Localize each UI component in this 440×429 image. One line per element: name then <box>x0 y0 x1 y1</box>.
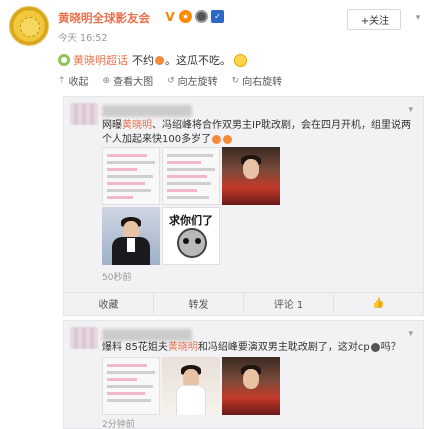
chevron-down-icon[interactable]: ▾ <box>408 105 413 115</box>
emoji-icon <box>370 342 380 352</box>
topic-icon <box>58 54 70 66</box>
image-thumbnail[interactable] <box>162 357 220 415</box>
screenshot-card: ▾ 网曝黄晓明、冯绍峰将合作双男主IP耽改剧，会在四月开机，组里说两个人加起来快… <box>63 96 424 316</box>
follow-button[interactable]: +关注 <box>347 9 401 30</box>
image-thumbnail[interactable] <box>222 357 280 415</box>
badges: V ★ ✓ <box>164 9 224 24</box>
collapse-button[interactable]: ⇡ 收起 <box>58 73 89 89</box>
emoji-icon <box>223 134 233 144</box>
rotate-right-button[interactable]: ↻ 向右旋转 <box>231 73 283 89</box>
verified-icon: V <box>164 9 176 24</box>
emoji-icon <box>155 55 164 65</box>
chevron-down-icon[interactable]: ▾ <box>408 329 413 339</box>
card-text-prefix: 爆料 85花姐夫 <box>102 342 168 353</box>
chevron-down-icon[interactable]: ▾ <box>412 13 424 25</box>
image-thumbnail[interactable] <box>102 357 160 415</box>
avatar[interactable] <box>9 6 49 46</box>
card-text-suffix: 吗？ <box>380 342 401 353</box>
card-text-body: 和冯绍峰要演双男主耽改剧了，这对cp <box>197 342 370 353</box>
image-thumbnail[interactable] <box>102 207 160 265</box>
post-time: 今天 16:52 <box>58 33 108 44</box>
post-header: 黄晓明全球影友会 V ★ ✓ 今天 16:52 +关注 ▾ <box>0 0 440 50</box>
blurred-username <box>102 105 192 117</box>
image-toolbar: ⇡ 收起 ⊕ 查看大图 ↺ 向左旋转 ↻ 向右旋转 <box>58 73 283 89</box>
repost-button[interactable]: 转发 <box>154 293 244 314</box>
rotate-left-button[interactable]: ↺ 向左旋转 <box>167 73 218 89</box>
card-time: 2分钟前 <box>102 420 135 429</box>
like-button[interactable]: 👍 <box>334 293 423 314</box>
card-text: 网曝黄晓明、冯绍峰将合作双男主IP耽改剧，会在四月开机，组里说两个人加起来快10… <box>102 119 418 147</box>
screenshot-card: ▾ 爆料 85花姐夫黄晓明和冯绍峰要演双男主耽改剧了，这对cp 吗？ 2分钟前 <box>63 320 424 429</box>
card-text-prefix: 网曝 <box>102 120 122 131</box>
blurred-avatar <box>70 327 98 349</box>
avatar-logo-icon <box>20 17 40 37</box>
smile-emoji-icon <box>234 53 247 67</box>
image-row: 求你们了 <box>102 207 220 265</box>
post-text-main: 不约 <box>132 54 154 67</box>
blurred-avatar <box>70 103 98 125</box>
view-large-label: 查看大图 <box>113 77 154 88</box>
rotate-left-label: 向左旋转 <box>177 77 218 88</box>
card-action-bar: 收藏 转发 评论 1 👍 <box>64 292 423 314</box>
follow-label: +关注 <box>360 16 390 27</box>
view-large-button[interactable]: ⊕ 查看大图 <box>102 73 154 89</box>
image-thumbnail[interactable] <box>222 147 280 205</box>
mention-link[interactable]: 黄晓明 <box>168 342 198 353</box>
blurred-username <box>102 329 192 341</box>
vip-icon: ★ <box>179 10 192 23</box>
comment-button[interactable]: 评论 1 <box>244 293 334 314</box>
collapse-label: 收起 <box>68 77 89 88</box>
author-name[interactable]: 黄晓明全球影友会 <box>58 10 150 26</box>
topic-link[interactable]: 黄晓明超话 <box>73 52 128 68</box>
ring-badge-icon <box>195 10 208 23</box>
image-thumbnail[interactable] <box>162 147 220 205</box>
meme-thumbnail[interactable]: 求你们了 <box>162 207 220 265</box>
square-badge-icon: ✓ <box>211 10 224 23</box>
rotate-right-label: 向右旋转 <box>242 77 283 88</box>
card-time: 50秒前 <box>102 273 132 283</box>
thumbs-up-icon: 👍 <box>372 298 385 309</box>
favorite-button[interactable]: 收藏 <box>64 293 154 314</box>
meme-text: 求你们了 <box>169 214 213 227</box>
collapse-icon: ⇡ <box>58 75 66 86</box>
image-row <box>102 147 280 205</box>
zoom-icon: ⊕ <box>102 75 111 86</box>
post-text: 黄晓明超话 不约 。这瓜不吃。 <box>58 52 247 68</box>
mention-link[interactable]: 黄晓明 <box>122 120 152 131</box>
rotate-right-icon: ↻ <box>231 75 240 86</box>
post-text-after: 。这瓜不吃。 <box>165 54 231 67</box>
image-thumbnail[interactable] <box>102 147 160 205</box>
card-text: 爆料 85花姐夫黄晓明和冯绍峰要演双男主耽改剧了，这对cp 吗？ <box>102 341 418 355</box>
emoji-icon <box>212 134 222 144</box>
rotate-left-icon: ↺ <box>167 75 175 86</box>
image-row <box>102 357 280 415</box>
